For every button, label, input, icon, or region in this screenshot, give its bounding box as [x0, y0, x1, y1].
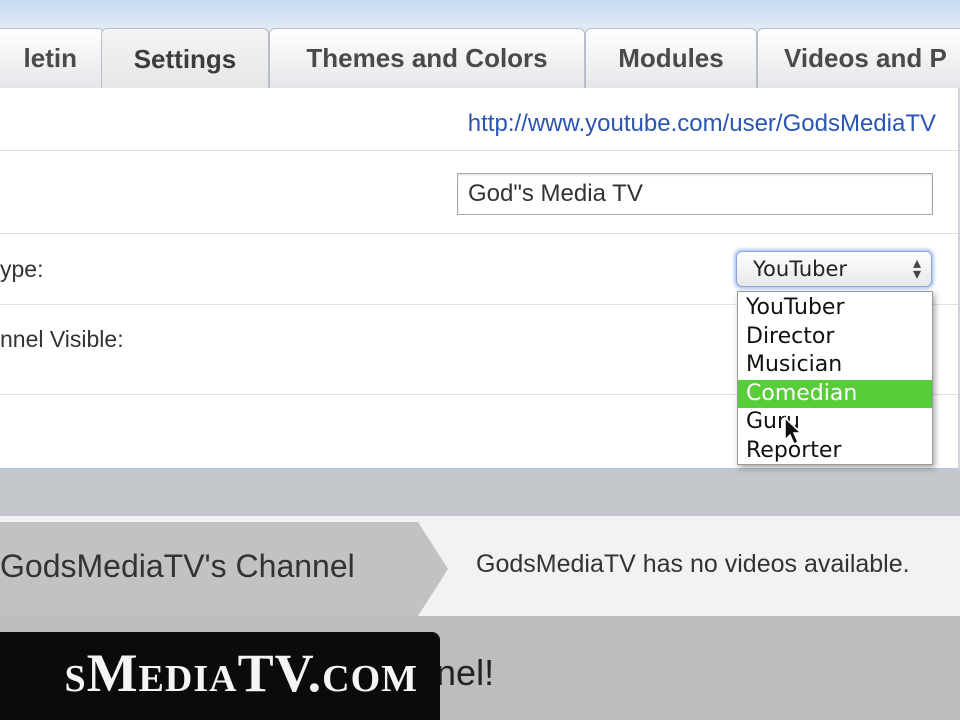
option-guru[interactable]: Guru [738, 408, 932, 437]
option-youtuber[interactable]: YouTuber [738, 294, 932, 323]
option-musician[interactable]: Musician [738, 351, 932, 380]
channel-type-label: ype: [0, 256, 44, 282]
tab-themes-and-colors[interactable]: Themes and Colors [269, 28, 585, 88]
option-director[interactable]: Director [738, 323, 932, 352]
channel-type-selected: YouTuber [753, 257, 848, 281]
tab-modules-label: Modules [618, 43, 724, 73]
select-arrows-icon: ▴ ▾ [912, 253, 921, 283]
channel-title: GodsMediaTV's Channel [0, 548, 355, 584]
channel-url-link[interactable]: http://www.youtube.com/user/GodsMediaTV [468, 110, 936, 138]
channel-type-dropdown: YouTuber Director Musician Comedian Guru… [737, 291, 933, 465]
channel-title-input[interactable] [457, 173, 933, 215]
watermark-text: sMediaTV.com [64, 643, 418, 703]
tab-videos-and-playlists[interactable]: Videos and P [757, 28, 960, 88]
tab-themes-label: Themes and Colors [306, 43, 548, 73]
tab-bar: letin Settings Themes and Colors Modules… [0, 22, 960, 90]
row-divider [0, 233, 958, 234]
tab-bulletin[interactable]: letin [0, 28, 104, 88]
option-comedian[interactable]: Comedian [738, 379, 932, 409]
tab-settings-label: Settings [133, 44, 237, 74]
channel-visible-label: nnel Visible: [0, 326, 124, 352]
tab-settings[interactable]: Settings [101, 28, 269, 90]
option-reporter[interactable]: Reporter [738, 437, 932, 466]
tab-videos-label: Videos and P [784, 43, 947, 73]
tab-bulletin-label: letin [23, 43, 77, 73]
section-gap [0, 470, 960, 516]
row-divider [0, 150, 958, 151]
tab-modules[interactable]: Modules [585, 28, 757, 88]
watermark-banner: sMediaTV.com [0, 632, 440, 720]
mouse-cursor-icon [784, 416, 803, 446]
no-videos-message: GodsMediaTV has no videos available. [476, 550, 910, 578]
channel-type-select[interactable]: YouTuber ▴ ▾ [736, 251, 932, 287]
